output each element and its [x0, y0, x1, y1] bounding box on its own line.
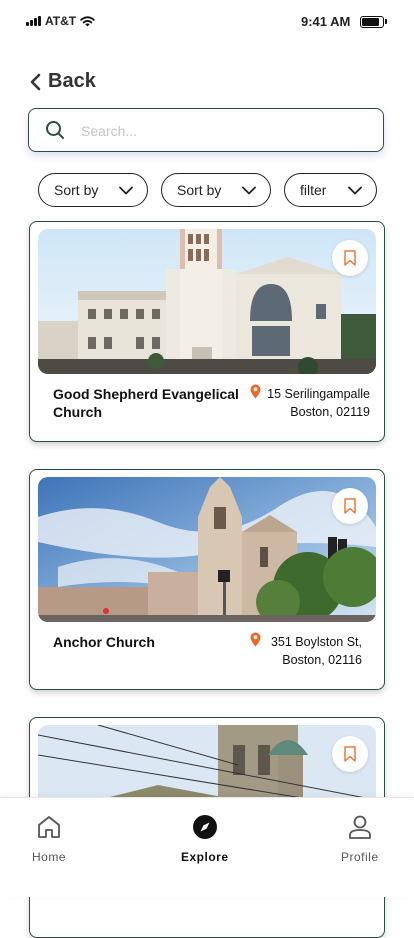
sort-by-dropdown-2[interactable]: Sort by [161, 173, 271, 207]
nav-item-home[interactable]: Home [32, 814, 66, 864]
search-input[interactable] [79, 117, 373, 145]
nav-label-profile: Profile [341, 850, 379, 864]
back-label: Back [48, 70, 96, 92]
back-button[interactable]: Back [28, 70, 96, 93]
location-pin-icon [250, 384, 261, 399]
address-line1: 15 Serilingampalle [267, 387, 370, 401]
status-time: 9:41 AM [301, 14, 351, 29]
address-line2: Boston, 02116 [282, 653, 362, 667]
user-icon [348, 815, 371, 839]
signal-icon [26, 16, 41, 26]
bookmark-icon [344, 498, 356, 514]
battery-icon [360, 16, 387, 28]
home-icon [38, 816, 60, 838]
address-line2: Boston, 02119 [290, 405, 370, 419]
chevron-down-icon [348, 186, 362, 194]
carrier-label: AT&T [45, 14, 77, 28]
status-bar: AT&T 9:41 AM [0, 0, 414, 44]
church-card[interactable]: Good Shepherd Evangelical Church 15 Seri… [29, 221, 385, 442]
bookmark-button[interactable] [332, 488, 368, 524]
sort-by-label: Sort by [54, 182, 99, 198]
chevron-left-icon [30, 73, 41, 90]
church-address: 351 Boylston St, Boston, 02116 [271, 633, 362, 669]
nav-label-home: Home [32, 850, 67, 864]
bookmark-icon [344, 746, 356, 762]
chevron-down-icon [119, 186, 133, 194]
bookmark-button[interactable] [332, 736, 368, 772]
church-card[interactable]: Anchor Church 351 Boylston St, Boston, 0… [29, 469, 385, 690]
nav-item-explore[interactable]: Explore [181, 814, 229, 864]
bottom-nav: Home Explore Profile [0, 797, 414, 897]
church-photo [38, 229, 376, 374]
nav-label-explore: Explore [181, 850, 229, 864]
sort-by-dropdown[interactable]: Sort by [38, 173, 148, 207]
filter-chips: Sort by Sort by filter [38, 173, 377, 207]
search-icon [46, 121, 64, 139]
search-bar[interactable] [28, 108, 384, 152]
filter-label: filter [300, 182, 327, 198]
filter-dropdown[interactable]: filter [284, 173, 377, 207]
address-line1: 351 Boylston St, [270, 635, 362, 649]
sort-by-label: Sort by [177, 182, 222, 198]
church-name: Good Shepherd Evangelical Church [53, 386, 239, 420]
chevron-down-icon [242, 186, 256, 194]
nav-item-profile[interactable]: Profile [341, 814, 379, 864]
compass-icon [192, 815, 217, 839]
bookmark-button[interactable] [332, 240, 368, 276]
church-photo [38, 477, 376, 622]
location-pin-icon [250, 632, 261, 647]
church-name: Anchor Church [53, 634, 155, 650]
church-address: 15 Serilingampalle Boston, 02119 [267, 385, 370, 421]
carrier-indicator: AT&T [26, 14, 95, 28]
wifi-icon [80, 15, 95, 26]
bookmark-icon [344, 250, 356, 266]
